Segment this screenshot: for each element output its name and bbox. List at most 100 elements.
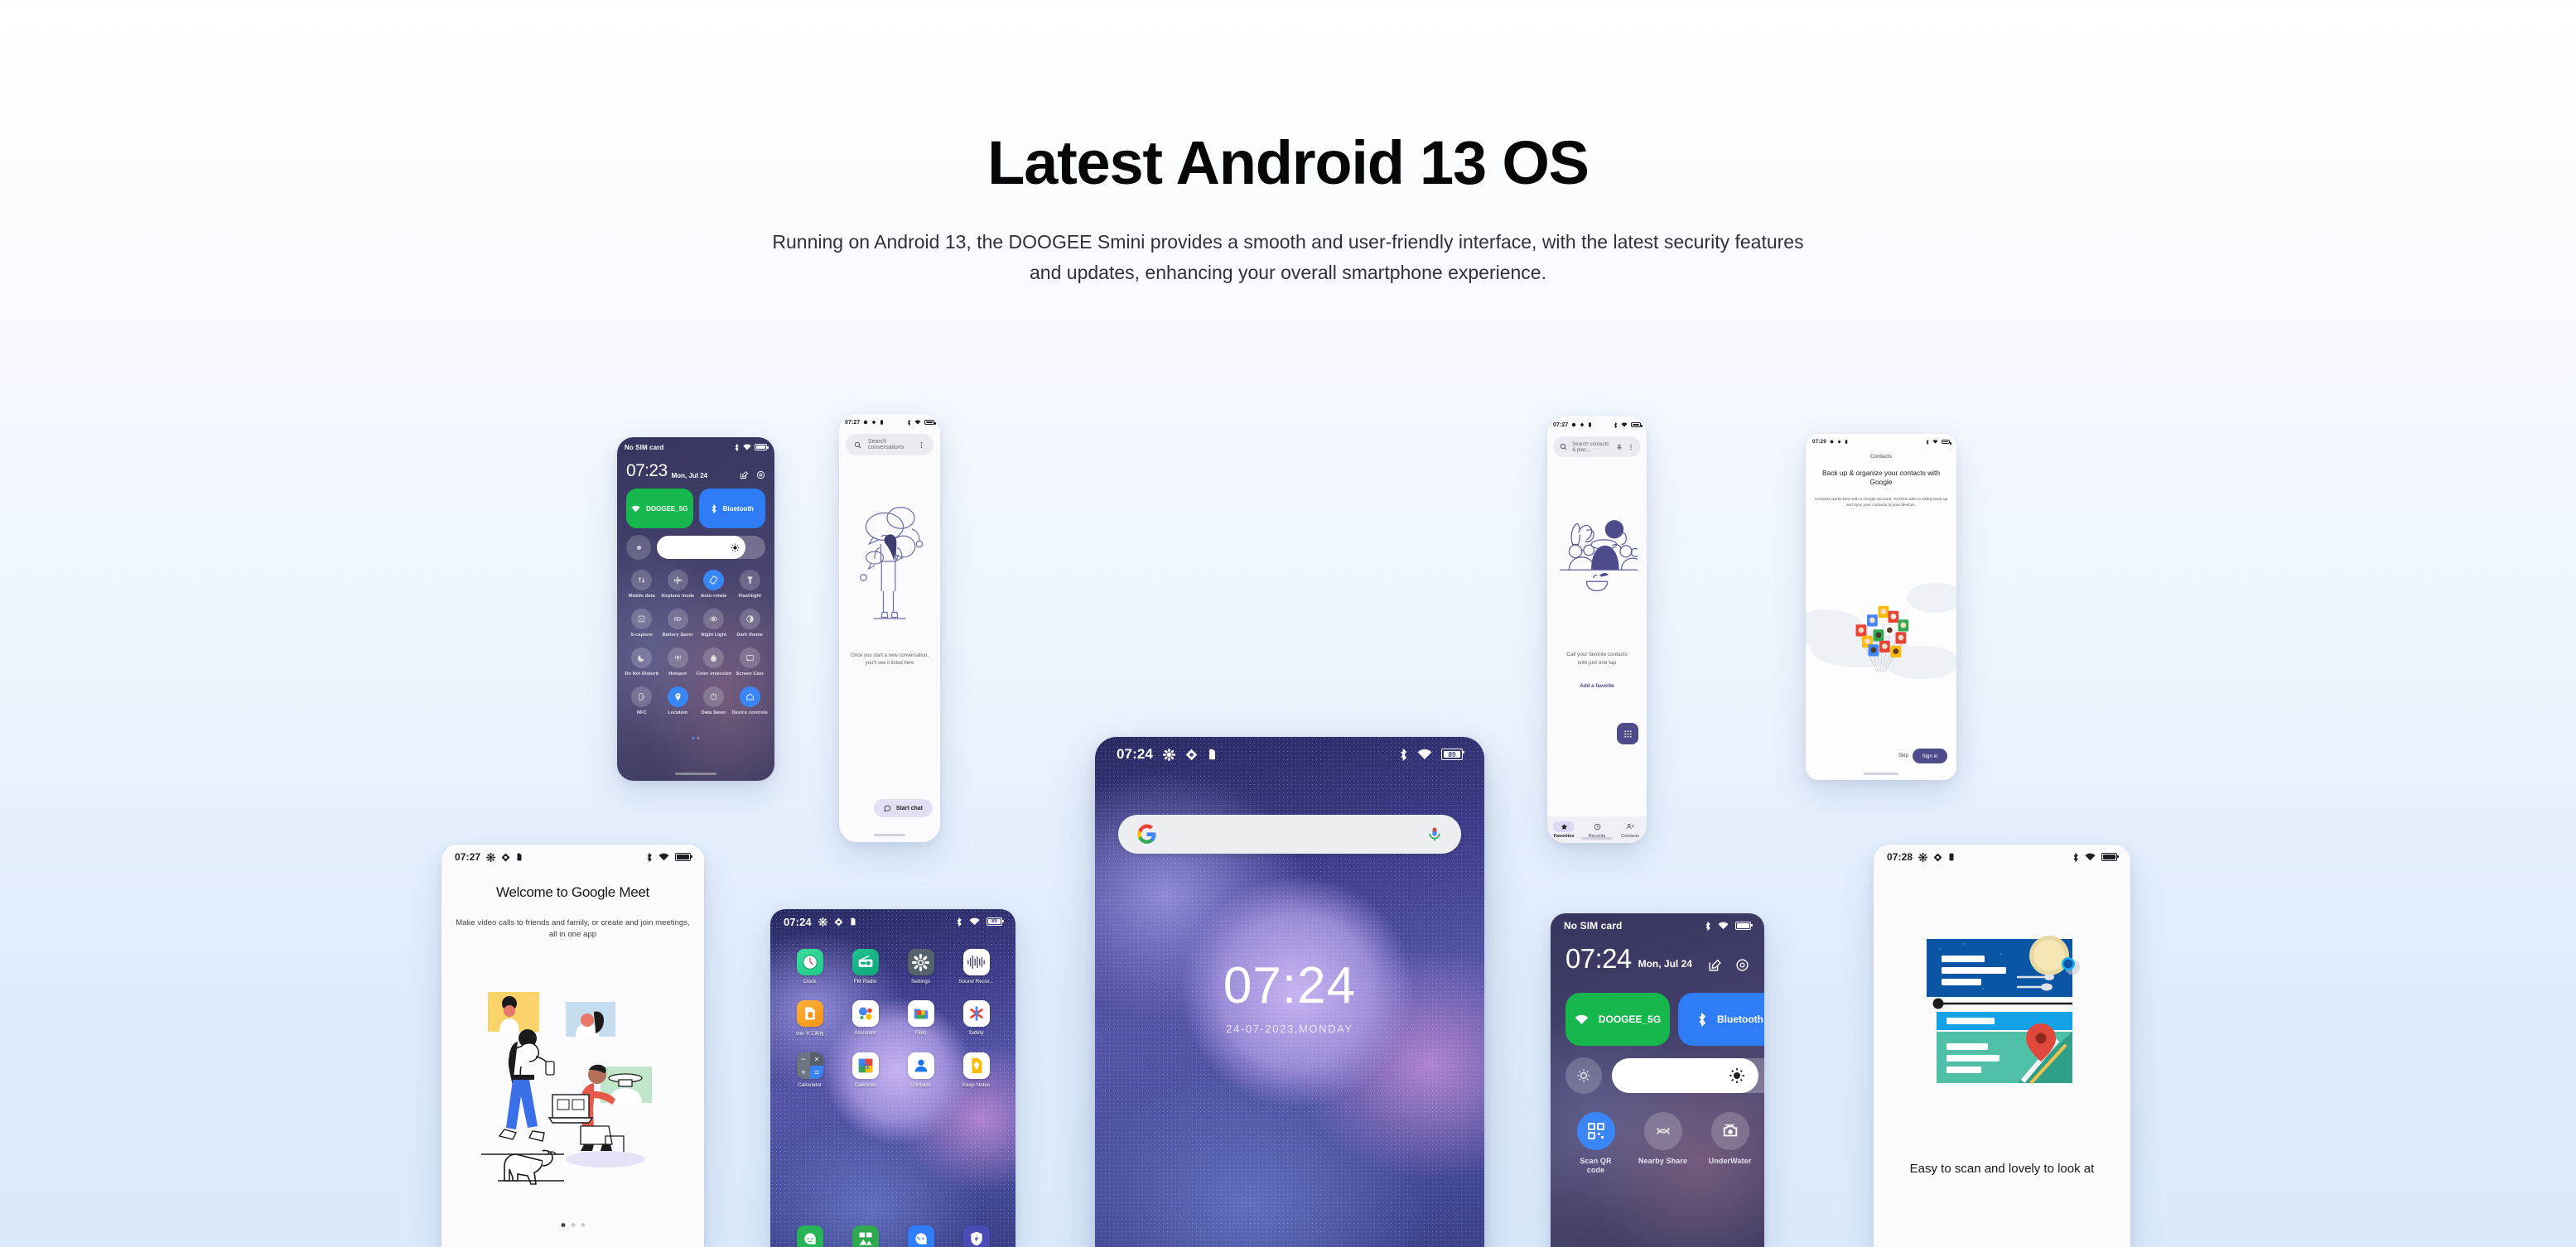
tile-do-not-disturb[interactable]: Do Not Disturb bbox=[624, 647, 660, 677]
mobile-data-icon bbox=[631, 570, 653, 590]
tile-bluetooth[interactable]: Bluetooth bbox=[698, 489, 765, 528]
brightness-row[interactable] bbox=[626, 535, 765, 560]
home-indicator[interactable] bbox=[874, 834, 905, 836]
app-contacts[interactable]: Contacts bbox=[893, 1052, 948, 1088]
sync-icon bbox=[872, 420, 876, 425]
tile-s-capture[interactable]: S S-capture bbox=[624, 608, 660, 638]
tile-data-saver[interactable]: Data Saver bbox=[696, 686, 732, 716]
add-favorite-link[interactable]: Add a favorite bbox=[1547, 683, 1647, 689]
phone-home-screen[interactable]: 07:24 89 07:24 24-07-2023,MONDAY bbox=[1095, 737, 1484, 1247]
phone-dialer[interactable]: 07:27 Search contacts & plac... Call you… bbox=[1547, 416, 1647, 843]
auto-brightness-icon[interactable] bbox=[1565, 1057, 1602, 1094]
home-indicator[interactable] bbox=[675, 773, 716, 775]
app-title: Contacts bbox=[1869, 454, 1893, 460]
nav-favorites[interactable]: Favorites bbox=[1547, 821, 1580, 839]
app-sound-recorder[interactable]: Sound Recor... bbox=[948, 949, 1004, 985]
tile-wifi[interactable]: DOOGEE_5G bbox=[1565, 993, 1670, 1046]
tile-hotspot[interactable]: Hotspot bbox=[660, 647, 697, 677]
auto-brightness-icon[interactable] bbox=[626, 535, 651, 560]
app-keep-notes[interactable]: Keep Notes bbox=[948, 1052, 1004, 1088]
wifi-icon bbox=[743, 444, 751, 450]
tile-nfc[interactable]: NFC bbox=[624, 686, 660, 716]
phone-quick-settings-1[interactable]: No SIM card 07:23 Mon, Jul 24 DOOGEE_5G bbox=[617, 437, 774, 781]
tile-color-inversion[interactable]: Color inversion bbox=[696, 647, 732, 677]
brightness-slider[interactable] bbox=[657, 536, 765, 559]
tile-night-light[interactable]: Night Light bbox=[696, 608, 732, 638]
tile-label: Screen Cast bbox=[736, 671, 764, 676]
phone-messages[interactable]: 07:27 Search conversations Once you star… bbox=[839, 414, 940, 842]
tile-battery-saver[interactable]: Battery Saver bbox=[660, 608, 697, 638]
app-settings[interactable]: Settings bbox=[893, 949, 948, 985]
wifi-icon bbox=[914, 420, 921, 425]
app-duo-partial[interactable] bbox=[893, 1225, 948, 1247]
screenshot-icon: S bbox=[631, 608, 653, 629]
tile-device-controls[interactable]: Device controls bbox=[732, 686, 769, 716]
search-input[interactable]: Search conversations bbox=[846, 434, 933, 455]
app-calculator[interactable]: − × + = Calculator bbox=[782, 1052, 837, 1088]
nav-contacts-label: Contacts bbox=[1620, 833, 1640, 839]
app-grid-partial-row[interactable] bbox=[782, 1225, 1004, 1247]
dialpad-button[interactable] bbox=[1617, 723, 1638, 744]
status-bar: No SIM card bbox=[1551, 913, 1764, 938]
app-safety[interactable]: Safety bbox=[948, 1000, 1004, 1037]
clipboard-icon bbox=[880, 420, 884, 425]
page-indicator[interactable] bbox=[561, 1223, 585, 1227]
quick-tiles-grid[interactable]: Scan QR code Nearby Share UnderWater bbox=[1562, 1112, 1764, 1176]
skip-button[interactable]: Skip bbox=[1898, 753, 1908, 758]
big-tiles-row[interactable]: DOOGEE_5G Bluetooth bbox=[1565, 993, 1764, 1046]
start-chat-button[interactable]: Start chat bbox=[873, 799, 933, 817]
app-files[interactable]: Files bbox=[893, 1000, 948, 1037]
app-sim-toolkit[interactable]: SIM 卡工具包 bbox=[782, 1000, 837, 1037]
bluetooth-icon bbox=[957, 917, 962, 927]
app-clock[interactable]: Clock bbox=[782, 949, 837, 985]
tile-auto-rotate[interactable]: Auto-rotate bbox=[696, 570, 732, 599]
sign-in-button[interactable]: Sign in bbox=[1913, 749, 1947, 763]
tile-dark-theme[interactable]: Dark theme bbox=[732, 608, 769, 638]
app-messages-partial[interactable] bbox=[782, 1225, 837, 1247]
phone-quick-settings-2[interactable]: No SIM card 07:24 Mon, Jul 24 DOOGEE_5G bbox=[1551, 913, 1764, 1247]
app-assistant[interactable]: Assistant bbox=[837, 1000, 893, 1037]
tile-mobile-data[interactable]: Mobile data bbox=[624, 570, 660, 599]
phone-contacts-onboarding[interactable]: 07:29 Contacts Back up & organize your c… bbox=[1806, 434, 1956, 780]
status-bar: 07:27 bbox=[839, 414, 940, 431]
app-grid[interactable]: Clock FM Radio Settings Sound Recor... S… bbox=[782, 949, 1004, 1088]
nav-recents[interactable]: Recents bbox=[1580, 821, 1614, 839]
page-indicator[interactable] bbox=[692, 737, 700, 739]
tile-location[interactable]: Location bbox=[660, 686, 697, 716]
sim-toolkit-icon bbox=[796, 1000, 823, 1027]
tile-flashlight[interactable]: Flashlight bbox=[732, 570, 769, 599]
home-indicator[interactable] bbox=[1864, 773, 1898, 775]
sync-icon bbox=[1580, 422, 1585, 427]
tile-underwater[interactable]: UnderWater bbox=[1696, 1112, 1763, 1176]
sync-icon bbox=[501, 853, 510, 861]
tile-bluetooth[interactable]: Bluetooth bbox=[1678, 993, 1764, 1046]
search-input[interactable]: Search contacts & plac... bbox=[1553, 436, 1641, 457]
phone-discover-onboarding[interactable]: 07:28 Easy to scan and lovely to look at bbox=[1874, 845, 2130, 1247]
battery-icon bbox=[1942, 439, 1951, 445]
svg-text:31: 31 bbox=[861, 1063, 870, 1071]
home-indicator[interactable] bbox=[1581, 837, 1613, 840]
bluetooth-icon bbox=[1926, 439, 1929, 445]
nav-contacts[interactable]: Contacts bbox=[1614, 821, 1647, 839]
tile-screen-cast[interactable]: Screen Cast bbox=[732, 647, 769, 677]
brightness-slider[interactable] bbox=[1612, 1058, 1764, 1093]
settings-icon bbox=[756, 470, 765, 479]
app-security-partial[interactable] bbox=[948, 1225, 1004, 1247]
app-calendar[interactable]: 31 Calendar bbox=[837, 1052, 893, 1088]
big-tiles-row[interactable]: DOOGEE_5G Bluetooth bbox=[626, 489, 765, 528]
brightness-row[interactable] bbox=[1565, 1057, 1764, 1094]
tile-wifi[interactable]: DOOGEE_5G bbox=[626, 489, 693, 528]
tile-airplane-mode[interactable]: Airplane mode bbox=[660, 570, 697, 599]
app-label: Calculator bbox=[798, 1082, 822, 1088]
app-gallery-partial[interactable] bbox=[837, 1225, 893, 1247]
phone-google-meet[interactable]: 07:27 Welcome to Google Meet Make video … bbox=[441, 845, 704, 1247]
empty-state-illustration bbox=[860, 507, 924, 619]
google-search-widget[interactable] bbox=[1118, 815, 1461, 854]
quick-tiles-grid[interactable]: Mobile data Airplane mode Auto-rotate Fl… bbox=[624, 570, 768, 716]
status-bar: 07:24 89 bbox=[1095, 737, 1484, 772]
tile-scan-qr-code[interactable]: Scan QR code bbox=[1562, 1112, 1629, 1176]
tile-label: Device controls bbox=[731, 710, 768, 715]
phone-app-drawer[interactable]: 07:24 89 Clock FM Radio Settings Sound R… bbox=[770, 909, 1015, 1247]
tile-nearby-share[interactable]: Nearby Share bbox=[1629, 1112, 1696, 1176]
app-fm-radio[interactable]: FM Radio bbox=[837, 949, 893, 985]
